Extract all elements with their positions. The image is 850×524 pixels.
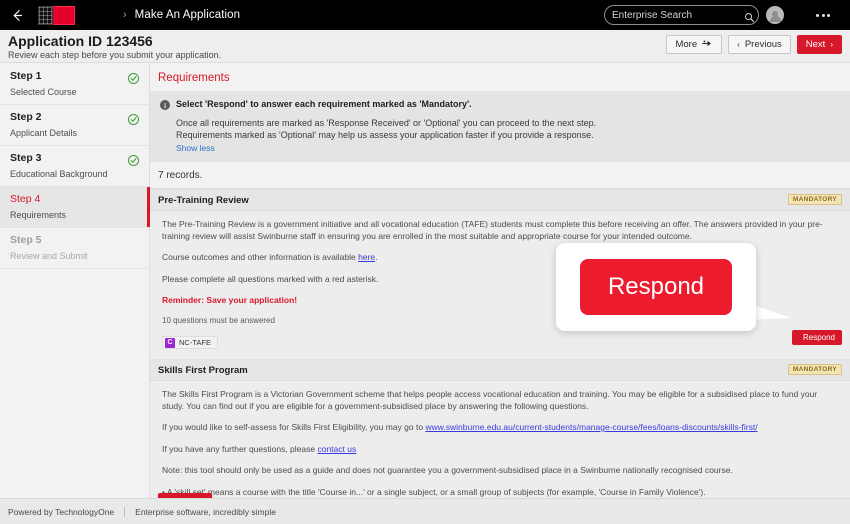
card-title: Skills First Program (158, 365, 248, 376)
more-arrow-icon (702, 39, 713, 51)
step-subtitle: Applicant Details (10, 128, 139, 139)
card-paragraph-3: If you have any further questions, pleas… (162, 444, 838, 456)
callout-respond-button[interactable]: Respond (580, 259, 732, 315)
avatar[interactable] (766, 6, 784, 24)
sidebar-item-step-4[interactable]: Step 4 Requirements (0, 187, 149, 228)
step-sidebar: Step 1 Selected Course Step 2 Applicant … (0, 64, 150, 498)
card-title: Pre-Training Review (158, 195, 249, 206)
top-navigation-bar: › Make An Application (0, 0, 850, 30)
organisation-logo[interactable] (38, 0, 75, 30)
card-header: Pre-Training Review MANDATORY (150, 190, 850, 211)
info-panel: i Select 'Respond' to answer each requir… (150, 91, 850, 162)
back-arrow-icon[interactable] (0, 0, 34, 30)
next-button[interactable]: Next › (797, 35, 842, 54)
chevron-left-icon: ‹ (737, 41, 740, 49)
info-panel-title: Select 'Respond' to answer each requirem… (176, 99, 472, 109)
card-body: The Skills First Program is a Victorian … (150, 381, 850, 498)
application-page: › Make An Application Application ID 123… (0, 0, 850, 524)
logo-pattern-block (38, 6, 53, 25)
check-circle-icon (128, 73, 139, 84)
check-circle-icon (128, 114, 139, 125)
step-subtitle: Requirements (10, 210, 139, 221)
step-subtitle: Selected Course (10, 87, 139, 98)
paragraph-text-end: . (375, 252, 377, 262)
status-badge: MANDATORY (788, 364, 842, 375)
page-title: Application ID 123456 (8, 33, 153, 49)
more-button-label: More (675, 39, 697, 50)
info-icon: i (160, 100, 170, 110)
sidebar-item-step-2[interactable]: Step 2 Applicant Details (0, 105, 149, 146)
breadcrumb-title[interactable]: Make An Application (135, 9, 240, 21)
step-title: Step 2 (10, 111, 139, 124)
logo-red-block (53, 6, 75, 25)
footer-tagline: Enterprise software, incredibly simple (135, 507, 276, 517)
header-actions: More ‹ Previous Next › (666, 35, 842, 54)
previous-button-label: Previous (745, 39, 782, 50)
sidebar-item-step-5: Step 5 Review and Submit (0, 228, 149, 269)
requirements-heading: Requirements (150, 64, 850, 91)
previous-button[interactable]: ‹ Previous (728, 35, 791, 54)
info-line-2: Requirements marked as 'Optional' may he… (176, 129, 840, 141)
next-button-label: Next (806, 39, 826, 50)
course-tag-letter-icon: C (165, 338, 175, 348)
step-title: Step 4 (10, 193, 139, 206)
skills-first-url-link[interactable]: www.swinburne.edu.au/current-students/ma… (425, 422, 757, 432)
contact-us-link[interactable]: contact us (317, 444, 356, 454)
sidebar-item-step-1[interactable]: Step 1 Selected Course (0, 64, 149, 105)
footer-divider (124, 507, 125, 517)
card-paragraph-2: If you would like to self-assess for Ski… (162, 422, 838, 434)
show-less-link[interactable]: Show less (176, 143, 840, 153)
card-paragraph-1: The Skills First Program is a Victorian … (162, 389, 838, 412)
here-link[interactable]: here (358, 252, 375, 262)
step-subtitle: Review and Submit (10, 251, 139, 262)
paragraph-text: Course outcomes and other information is… (162, 252, 358, 262)
info-panel-body: Once all requirements are marked as 'Res… (176, 117, 840, 153)
search-icon[interactable] (744, 10, 755, 21)
step-title: Step 1 (10, 70, 139, 83)
info-line-1: Once all requirements are marked as 'Res… (176, 117, 840, 129)
card-paragraph-4: Note: this tool should only be used as a… (162, 465, 838, 477)
step-subtitle: Educational Background (10, 169, 139, 180)
page-subtitle: Review each step before you submit your … (8, 50, 221, 60)
course-tag-label: NC-TAFE (179, 338, 211, 347)
footer-powered-by: Powered by TechnologyOne (8, 507, 114, 517)
ellipsis-icon[interactable] (812, 6, 834, 24)
sidebar-item-step-3[interactable]: Step 3 Educational Background (0, 146, 149, 187)
logo-mark-icon (38, 6, 75, 25)
course-tag[interactable]: C NC-TAFE (162, 336, 218, 349)
step-title: Step 3 (10, 152, 139, 165)
avatar-body-icon (770, 16, 781, 22)
paragraph-text: If you would like to self-assess for Ski… (162, 422, 425, 432)
step-title: Step 5 (10, 234, 139, 247)
card-header: Skills First Program MANDATORY (150, 360, 850, 381)
status-badge: MANDATORY (788, 194, 842, 205)
requirement-card-skills-first-program: Skills First Program MANDATORY The Skill… (150, 359, 850, 498)
enterprise-search-box[interactable] (604, 5, 759, 25)
page-header: Application ID 123456 Review each step b… (0, 30, 850, 63)
card-paragraph-5: • A 'skill set' means a course with the … (162, 487, 838, 499)
respond-callout: Respond (556, 243, 756, 331)
more-button[interactable]: More (666, 35, 722, 54)
respond-button[interactable]: Respond (792, 330, 842, 345)
search-input[interactable] (612, 10, 744, 21)
record-count: 7 records. (150, 162, 850, 189)
check-circle-icon (128, 155, 139, 166)
info-panel-header: i Select 'Respond' to answer each requir… (160, 99, 840, 110)
chevron-right-icon: › (830, 41, 833, 49)
page-footer: Powered by TechnologyOne Enterprise soft… (0, 498, 850, 524)
paragraph-text: If you have any further questions, pleas… (162, 444, 317, 454)
card-paragraph-1: The Pre-Training Review is a government … (162, 219, 838, 242)
breadcrumb-separator-icon: › (123, 9, 127, 21)
